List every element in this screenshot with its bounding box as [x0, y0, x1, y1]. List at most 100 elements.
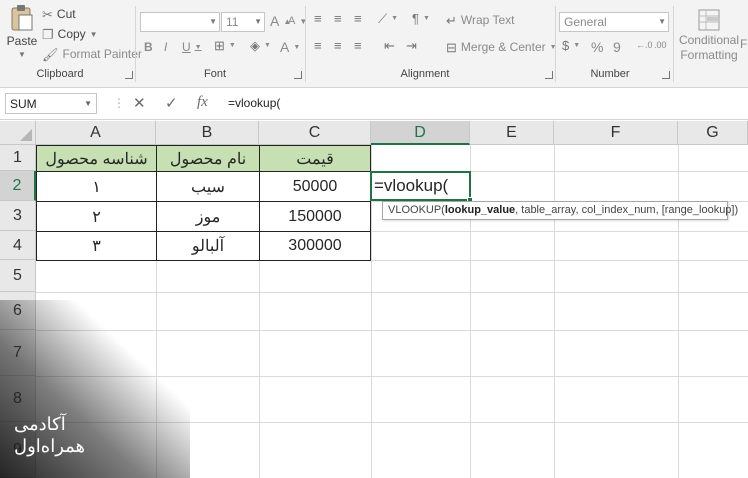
chevron-down-icon: ▼: [209, 17, 217, 26]
column-header-e[interactable]: E: [470, 121, 554, 145]
italic-button[interactable]: I: [164, 40, 167, 54]
bold-button[interactable]: B: [144, 40, 153, 54]
align-right-button[interactable]: ≡: [354, 39, 362, 52]
bottom-align-button[interactable]: ≡: [354, 12, 362, 25]
table-cell-price[interactable]: 300000: [259, 231, 371, 261]
table-cell-name[interactable]: سیب: [156, 171, 260, 202]
number-format-value: General: [564, 15, 607, 29]
middle-align-button[interactable]: ≡: [334, 12, 342, 25]
percent-label: %: [591, 39, 604, 55]
text-direction-icon: ¶: [412, 11, 419, 26]
row-header-1[interactable]: 1: [0, 145, 36, 171]
wrap-text-button[interactable]: ↵ Wrap Text: [446, 13, 514, 27]
number-launcher-icon[interactable]: [662, 71, 670, 79]
cut-label: Cut: [56, 7, 76, 21]
header-cell-id[interactable]: شناسه محصول: [36, 145, 157, 172]
header-cell-name[interactable]: نام محصول: [156, 145, 260, 172]
row-header-8[interactable]: 8: [0, 376, 36, 422]
table-cell-price[interactable]: 50000: [259, 171, 371, 202]
chevron-down-icon: ▼: [422, 15, 430, 22]
chevron-down-icon: ▼: [573, 42, 581, 49]
increase-decimal-button[interactable]: ←.0: [636, 40, 653, 50]
tooltip-current-arg[interactable]: lookup_value: [445, 204, 515, 216]
table-cell-name[interactable]: موز: [156, 201, 260, 232]
fx-icon: fx: [197, 94, 208, 110]
row-header-2[interactable]: 2: [0, 171, 36, 201]
orientation-button[interactable]: ⟋ ▼: [378, 12, 398, 25]
conditional-formatting-label-1: Conditional: [678, 33, 740, 47]
decrease-indent-button[interactable]: ⇤: [384, 39, 395, 52]
insert-function-button[interactable]: fx: [197, 94, 208, 111]
font-name-combo[interactable]: ▼: [140, 12, 220, 32]
table-cell-id[interactable]: ۲: [36, 201, 157, 232]
borders-button[interactable]: ⊞ ▼: [214, 39, 236, 52]
name-box[interactable]: SUM ▼: [5, 93, 97, 114]
decrease-decimal-icon: .00: [654, 40, 667, 50]
cancel-button[interactable]: ✕: [133, 94, 146, 112]
percent-button[interactable]: %: [591, 39, 603, 55]
rtl-button[interactable]: ¶ ▼: [412, 12, 430, 25]
decrease-decimal-button[interactable]: .00: [654, 40, 667, 50]
alignment-launcher-icon[interactable]: [545, 71, 553, 79]
font-size-combo[interactable]: 11 ▼: [221, 12, 265, 32]
conditional-formatting-button[interactable]: Conditional Formatting: [678, 8, 740, 62]
paste-label: Paste: [6, 34, 38, 48]
italic-label: I: [164, 40, 168, 54]
number-format-combo[interactable]: General ▼: [559, 12, 669, 32]
table-cell-price[interactable]: 150000: [259, 201, 371, 232]
underline-label: U: [182, 40, 191, 54]
underline-button[interactable]: U ▼: [182, 40, 202, 54]
row-header-4[interactable]: 4: [0, 231, 36, 260]
fill-color-button[interactable]: ◈ ▼: [250, 39, 271, 52]
row-header-3[interactable]: 3: [0, 201, 36, 231]
copy-button[interactable]: ❐ Copy ▼: [42, 27, 98, 41]
formula-input[interactable]: =vlookup(: [222, 93, 748, 114]
column-header-a[interactable]: A: [36, 121, 156, 145]
close-icon: ✕: [133, 95, 146, 112]
row-header-5[interactable]: 5: [0, 260, 36, 292]
top-align-button[interactable]: ≡: [314, 12, 322, 25]
row-header-9[interactable]: 9: [0, 422, 36, 478]
font-color-button[interactable]: A ▼: [280, 39, 300, 55]
header-cell-price[interactable]: قیمت: [259, 145, 371, 172]
font-group-label: Font: [203, 68, 226, 80]
align-top-icon: ≡: [314, 11, 322, 26]
active-cell-d2[interactable]: =vlookup(: [372, 172, 470, 200]
column-header-g[interactable]: G: [678, 121, 748, 145]
align-left-button[interactable]: ≡: [314, 39, 322, 52]
align-bottom-icon: ≡: [354, 11, 362, 26]
column-header-d[interactable]: D: [371, 121, 470, 145]
column-header-f[interactable]: F: [554, 121, 678, 145]
enter-button[interactable]: ✓: [165, 94, 178, 112]
clipboard-launcher-icon[interactable]: [125, 71, 133, 79]
table-cell-id[interactable]: ۱: [36, 171, 157, 202]
scissors-icon: ✂: [42, 6, 53, 22]
alignment-group-label: Alignment: [400, 68, 450, 80]
table-cell-id[interactable]: ۳: [36, 231, 157, 261]
column-header-c[interactable]: C: [259, 121, 371, 145]
paste-icon: [11, 5, 33, 31]
merge-center-button[interactable]: ⊟ Merge & Center ▼: [446, 40, 557, 54]
table-cell-name[interactable]: آلبالو: [156, 231, 260, 261]
row-header-6[interactable]: 6: [0, 292, 36, 330]
copy-label: Copy: [57, 27, 86, 41]
select-all-button[interactable]: [0, 121, 36, 145]
format-as-table-button[interactable]: F: [740, 37, 747, 51]
chevron-down-icon: ▼: [228, 42, 236, 49]
align-center-button[interactable]: ≡: [334, 39, 342, 52]
increase-indent-button[interactable]: ⇥: [406, 39, 417, 52]
font-launcher-icon[interactable]: [294, 71, 302, 79]
align-middle-icon: ≡: [334, 11, 342, 26]
paste-button[interactable]: Paste ▼: [6, 4, 38, 59]
currency-button[interactable]: $ ▼: [562, 39, 580, 52]
column-header-b[interactable]: B: [156, 121, 259, 145]
cut-button[interactable]: ✂ Cut: [42, 7, 76, 21]
comma-button[interactable]: 9: [613, 39, 621, 55]
format-painter-button[interactable]: 🖌 Format Painter: [42, 47, 142, 61]
chevron-down-icon: ▼: [264, 42, 271, 49]
function-tooltip: VLOOKUP(lookup_value, table_array, col_i…: [382, 201, 738, 220]
row-header-7[interactable]: 7: [0, 330, 36, 376]
chevron-down-icon: ▼: [254, 17, 262, 26]
borders-icon: ⊞: [214, 38, 225, 53]
conditional-formatting-icon: [698, 9, 720, 31]
